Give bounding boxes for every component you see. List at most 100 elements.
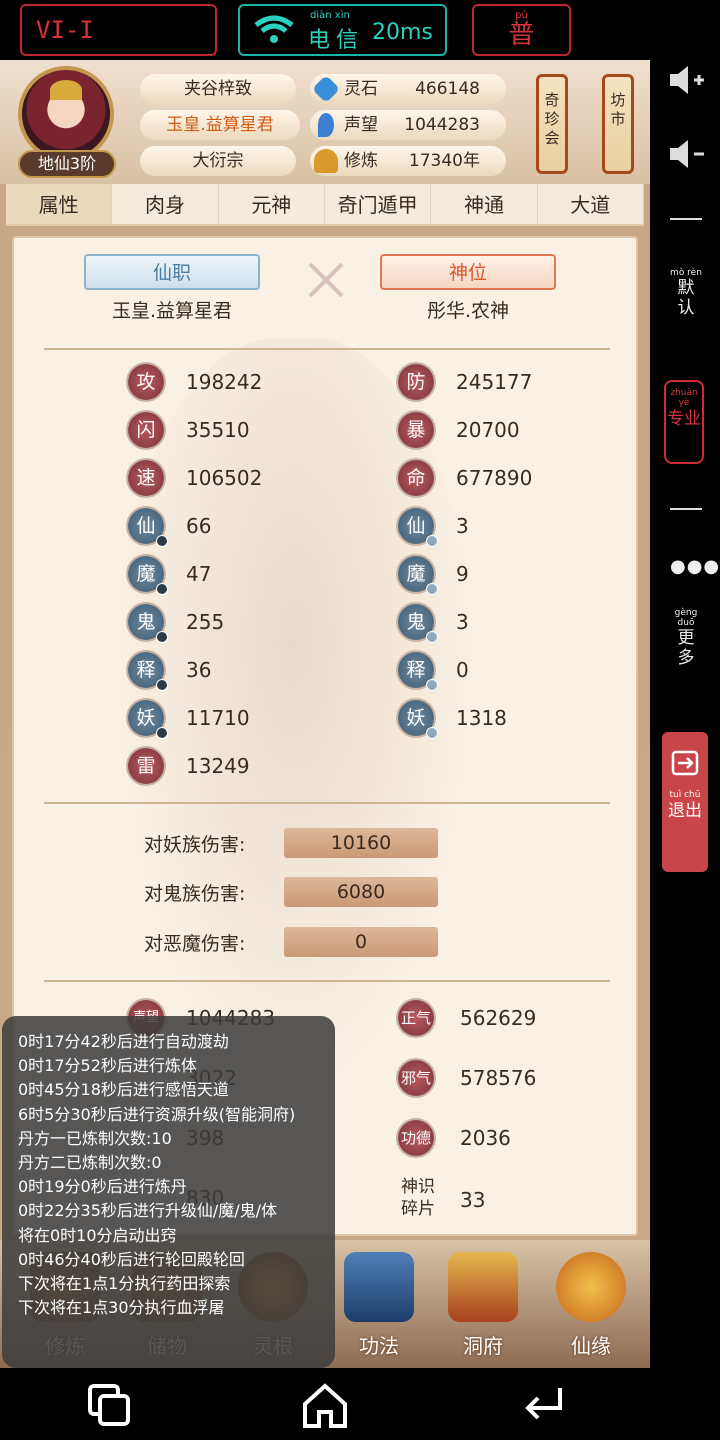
volume-up-icon[interactable] (666, 60, 706, 100)
dodge-icon: 闪 (128, 412, 164, 448)
evil-icon: 邪气 (398, 1060, 434, 1096)
log-line: 6时5分30秒后进行资源升级(智能洞府) (18, 1104, 296, 1124)
damage-value: 10160 (284, 828, 438, 858)
resource-cultivation: 修炼 17340年 (310, 146, 506, 176)
tab-attributes[interactable]: 属性 (6, 184, 113, 224)
divider (670, 508, 702, 510)
demon-icon: 魔 (398, 556, 438, 595)
nav-cave[interactable]: 洞府 (440, 1252, 526, 1360)
yao-icon: 妖 (128, 700, 168, 739)
resource-spirit-stone: 灵石 466148 (310, 74, 506, 104)
recent-apps-icon[interactable] (84, 1380, 134, 1430)
righteous-icon: 正气 (398, 1000, 434, 1036)
demon-icon: 魔 (128, 556, 168, 595)
log-line: 丹方二已炼制次数:0 (18, 1153, 162, 1173)
crossed-swords-icon (308, 262, 344, 298)
tab-spirit[interactable]: 元神 (219, 184, 325, 224)
divider (44, 802, 610, 804)
network-indicator: diàn xìn 电信 20ms (238, 4, 447, 56)
thunder-icon: 雷 (128, 748, 164, 784)
tab-qimen[interactable]: 奇门遁甲 (325, 184, 432, 224)
mode-indicator[interactable]: VI-I (20, 4, 217, 56)
speed-icon: 速 (128, 460, 164, 496)
home-icon[interactable] (300, 1380, 350, 1430)
hp-icon: 命 (398, 460, 434, 496)
resource-fame: 声望 1044283 (310, 110, 506, 140)
divider (670, 218, 702, 220)
damage-value: 0 (284, 927, 438, 957)
exit-icon (671, 750, 699, 776)
player-title: 玉皇.益算星君 (140, 110, 300, 140)
yao-icon: 妖 (398, 700, 438, 739)
palace-icon (448, 1252, 518, 1322)
wifi-icon (254, 15, 294, 43)
damage-label: 对恶魔伤害: (144, 933, 246, 955)
log-line: 0时17分52秒后进行炼体 (18, 1056, 197, 1076)
log-line: 丹方一已炼制次数:10 (18, 1128, 172, 1148)
book-icon (344, 1252, 414, 1322)
normal-label: 普 (508, 20, 535, 50)
divider (44, 348, 610, 350)
xianzhi-value: 玉皇.益算星君 (111, 300, 233, 322)
buddha-icon: 释 (128, 652, 168, 691)
player-name: 夹谷梓致 (140, 74, 296, 104)
system-nav-bar (0, 1368, 720, 1440)
immortal-icon: 仙 (398, 508, 438, 547)
merit-icon: 功德 (398, 1120, 434, 1156)
crown-icon (50, 80, 82, 100)
nav-skills[interactable]: 功法 (336, 1252, 422, 1360)
carrier-pinyin: diàn xìn (310, 10, 350, 21)
damage-value: 6080 (284, 877, 438, 907)
tab-bar: 属性 肉身 元神 奇门遁甲 神通 大道 (6, 184, 644, 226)
avatar[interactable] (18, 66, 114, 162)
carrier-label: 电信 (308, 28, 365, 53)
nav-fate[interactable]: 仙缘 (548, 1252, 634, 1360)
shenwei-value: 彤华.农神 (426, 300, 510, 322)
log-line: 0时45分18秒后进行感悟天道 (18, 1080, 229, 1100)
tab-dao[interactable]: 大道 (538, 184, 644, 224)
meditation-icon (314, 149, 338, 173)
xianzhi-badge: 仙职 (84, 254, 260, 290)
damage-label: 对妖族伤害: (144, 834, 246, 856)
defense-icon: 防 (398, 364, 434, 400)
pro-mode-button[interactable]: zhuān yè 专业 (664, 380, 704, 464)
immortal-icon: 仙 (128, 508, 168, 547)
log-line: 下次将在1点1分执行药田探索 (18, 1274, 231, 1294)
player-sect: 大衍宗 (140, 146, 296, 176)
log-line: 将在0时10分启动出窍 (18, 1225, 177, 1245)
default-mode-button[interactable]: mò rèn 默认 (670, 268, 702, 318)
back-icon[interactable] (518, 1380, 568, 1430)
right-toolbar: mò rèn 默认 zhuān yè 专业 ●●● gèng duō 更多 tu… (650, 60, 720, 1368)
log-line: 下次将在1点30分执行血浮屠 (18, 1298, 225, 1318)
crit-icon: 暴 (398, 412, 434, 448)
more-dots-icon[interactable]: ●●● (670, 556, 720, 577)
tab-body[interactable]: 肉身 (112, 184, 219, 224)
log-line: 0时19分0秒后进行炼丹 (18, 1177, 187, 1197)
spirit-stone-icon (311, 74, 341, 104)
log-line: 0时46分40秒后进行轮回殿轮回 (18, 1249, 245, 1269)
normal-mode-button[interactable]: pǔ 普 (472, 4, 571, 56)
status-bar: VI-I diàn xìn 电信 20ms pǔ 普 (0, 0, 720, 60)
ping-value: 20ms (372, 20, 433, 45)
more-button[interactable]: gèng duō 更多 (670, 608, 702, 668)
log-line: 0时22分35秒后进行升级仙/魔/鬼/体 (18, 1201, 278, 1221)
ghost-icon: 鬼 (398, 604, 438, 643)
shenwei-badge: 神位 (380, 254, 556, 290)
profile-header: 地仙3阶 夹谷梓致 玉皇.益算星君 大衍宗 灵石 466148 声望 10442… (0, 60, 650, 184)
damage-label: 对鬼族伤害: (144, 883, 246, 905)
exit-button[interactable]: tuì chū 退出 (662, 732, 708, 872)
fame-icon (318, 113, 334, 137)
log-line: 0时17分42秒后进行自动渡劫 (18, 1032, 229, 1051)
ghost-icon: 鬼 (128, 604, 168, 643)
treasure-fair-button[interactable]: 奇珍会 (536, 74, 568, 174)
gourd-icon (556, 1252, 626, 1322)
soul-fragment-label: 神识碎片 (401, 1177, 435, 1219)
tab-powers[interactable]: 神通 (431, 184, 538, 224)
divider (44, 980, 610, 982)
buddha-icon: 释 (398, 652, 438, 691)
market-button[interactable]: 坊市 (602, 74, 634, 174)
attack-icon: 攻 (128, 364, 164, 400)
realm-badge: 地仙3阶 (18, 150, 116, 178)
volume-down-icon[interactable] (666, 134, 706, 174)
script-log-panel: 0时17分42秒后进行自动渡劫 0时17分52秒后进行炼体 0时45分18秒后进… (2, 1016, 335, 1368)
